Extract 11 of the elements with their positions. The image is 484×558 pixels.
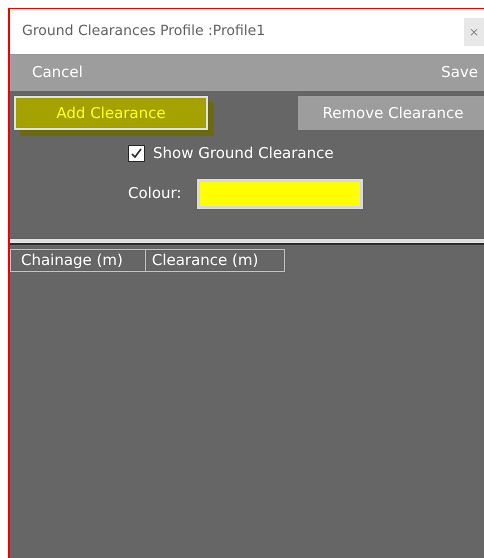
save-button[interactable]: Save	[441, 61, 478, 84]
window-title: Ground Clearances Profile :Profile1	[22, 22, 266, 41]
colour-swatch[interactable]	[197, 178, 364, 208]
checkbox-label: Show Ground Clearance	[153, 143, 334, 164]
column-header[interactable]: Clearance (m)	[146, 249, 286, 272]
close-button[interactable]: ×	[464, 18, 484, 46]
colour-label: Colour:	[128, 183, 182, 204]
checkbox[interactable]	[128, 144, 145, 162]
cancel-button[interactable]: Cancel	[32, 61, 83, 84]
remove-clearance-button[interactable]: Remove Clearance	[298, 96, 484, 130]
column-header[interactable]: Chainage (m)	[10, 249, 146, 272]
